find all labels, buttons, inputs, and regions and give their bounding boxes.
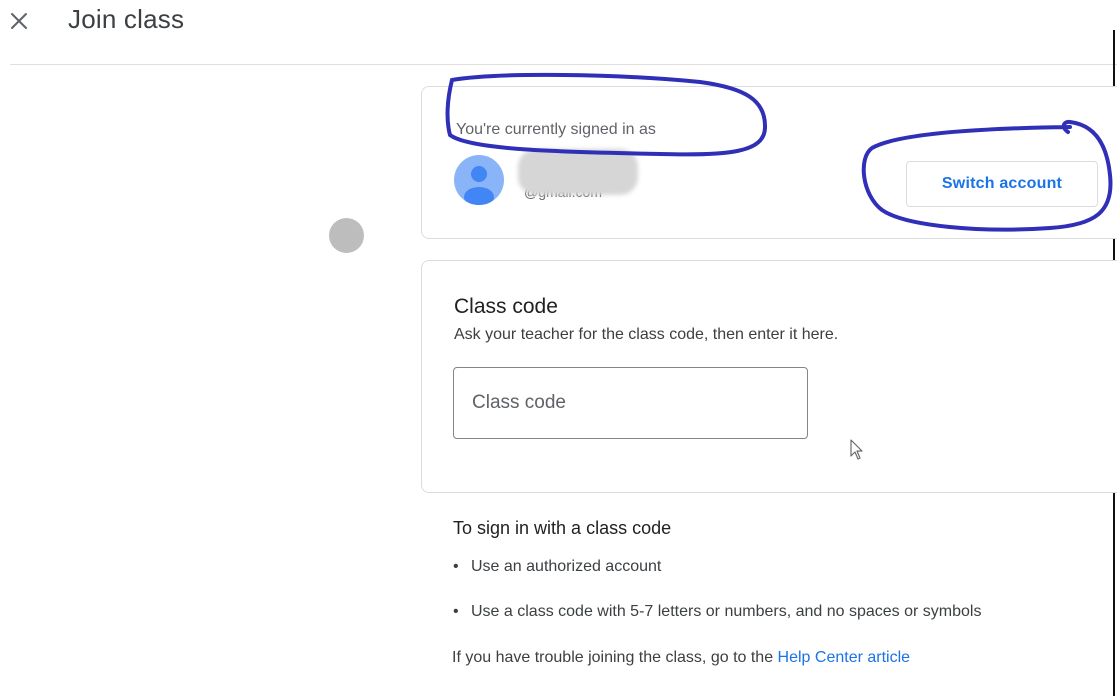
mouse-pointer-icon bbox=[850, 439, 863, 460]
help-line: If you have trouble joining the class, g… bbox=[452, 649, 910, 667]
person-icon bbox=[464, 166, 494, 205]
info-bullet-text: Use a class code with 5-7 letters or num… bbox=[471, 603, 982, 620]
info-title: To sign in with a class code bbox=[453, 518, 672, 538]
header-divider bbox=[10, 64, 1117, 65]
close-icon bbox=[11, 13, 27, 29]
account-card: You're currently signed in as a @gmail.c… bbox=[421, 86, 1117, 239]
bullet-dot-icon: • bbox=[453, 603, 459, 620]
switch-account-button[interactable]: Switch account bbox=[906, 161, 1098, 207]
info-bullet-text: Use an authorized account bbox=[471, 558, 662, 575]
header: Join class bbox=[0, 0, 1117, 64]
class-code-title: Class code bbox=[454, 295, 558, 318]
help-text: If you have trouble joining the class, g… bbox=[452, 649, 778, 666]
help-center-link[interactable]: Help Center article bbox=[778, 649, 911, 666]
info-bullet: • Use a class code with 5-7 letters or nu… bbox=[453, 603, 981, 621]
loading-dot bbox=[329, 218, 364, 253]
class-code-card: Class code Ask your teacher for the clas… bbox=[421, 260, 1117, 493]
page-title: Join class bbox=[68, 4, 185, 34]
class-code-input[interactable] bbox=[453, 367, 808, 439]
close-button[interactable] bbox=[4, 6, 34, 36]
signed-in-label: You're currently signed in as bbox=[456, 121, 656, 138]
bullet-dot-icon: • bbox=[453, 558, 459, 575]
info-bullet: • Use an authorized account bbox=[453, 558, 661, 576]
avatar bbox=[454, 155, 504, 205]
join-class-page: Join class You're currently signed in as… bbox=[0, 0, 1117, 696]
redaction-blur bbox=[518, 149, 638, 195]
class-code-description: Ask your teacher for the class code, the… bbox=[454, 326, 839, 343]
